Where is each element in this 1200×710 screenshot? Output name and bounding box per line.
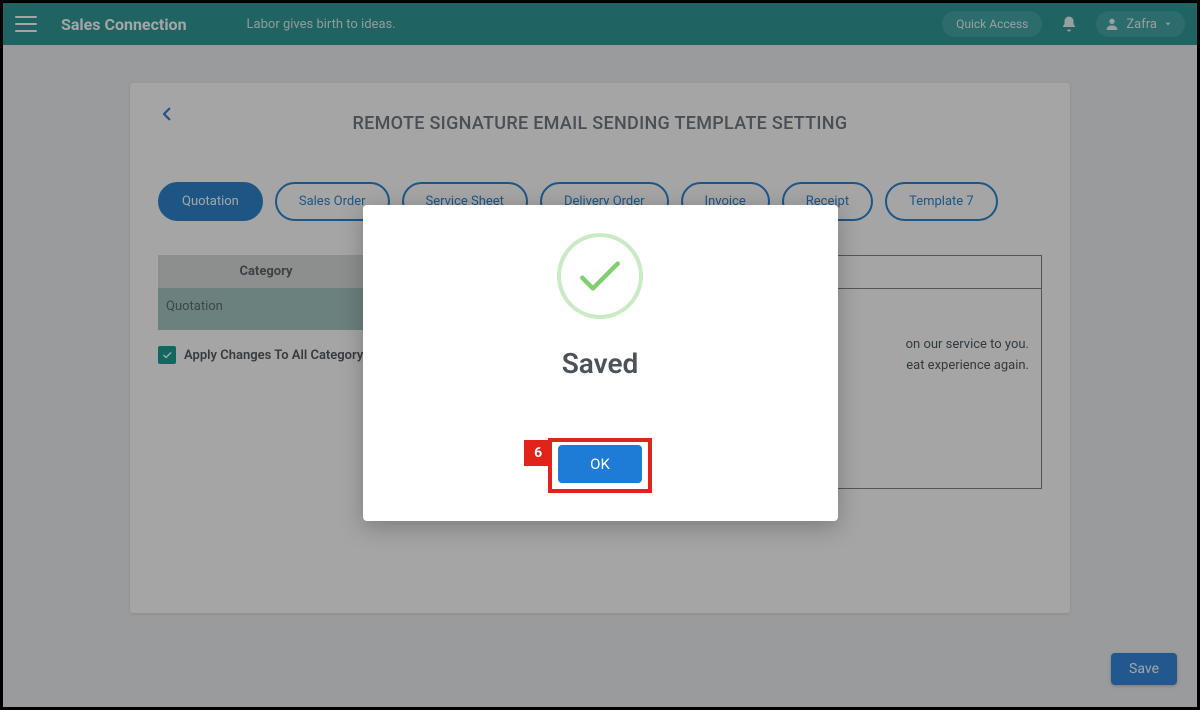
success-check-icon bbox=[557, 233, 643, 319]
callout-highlight: 6 OK bbox=[548, 438, 652, 493]
saved-modal: Saved 6 OK bbox=[363, 205, 838, 521]
ok-button-wrap: 6 OK bbox=[548, 438, 652, 493]
ok-button[interactable]: OK bbox=[558, 445, 642, 483]
callout-number: 6 bbox=[524, 440, 552, 466]
modal-overlay: Saved 6 OK bbox=[3, 3, 1197, 707]
modal-title: Saved bbox=[562, 347, 639, 380]
